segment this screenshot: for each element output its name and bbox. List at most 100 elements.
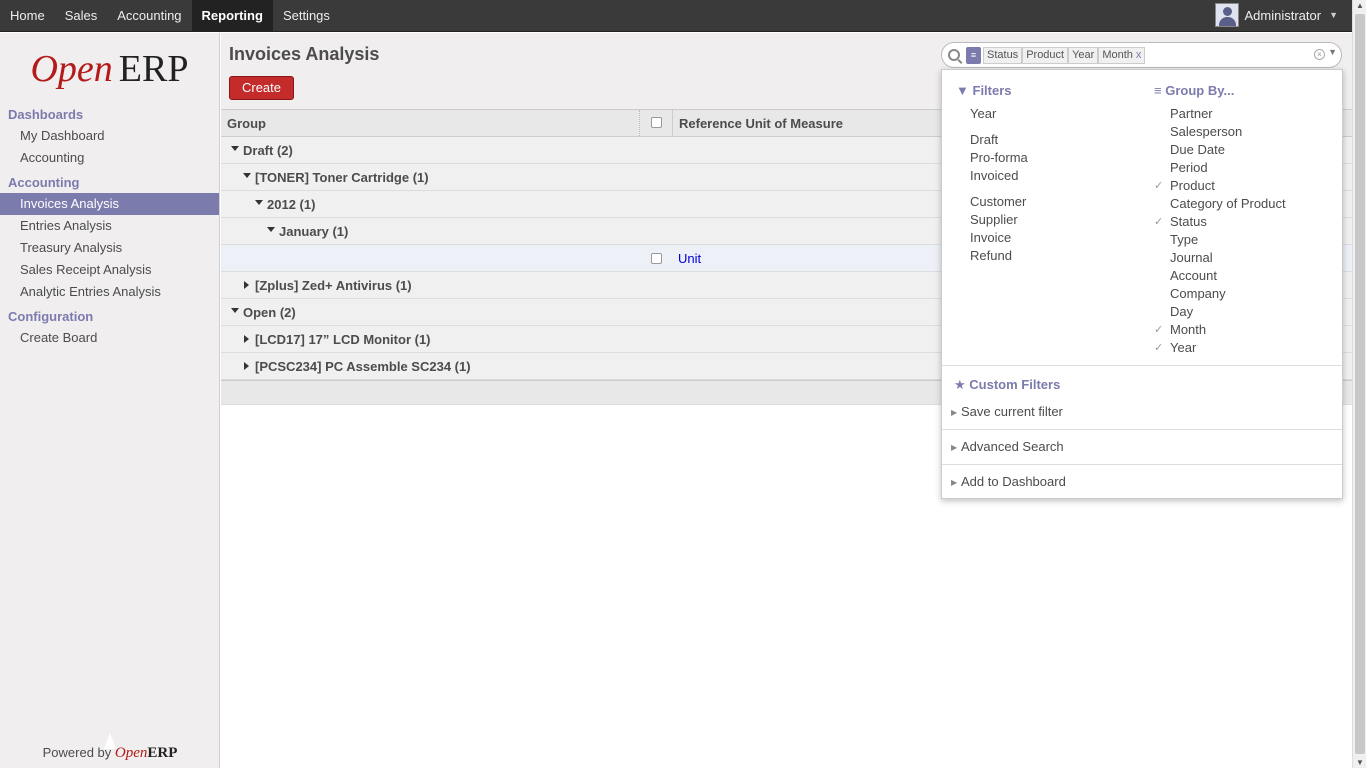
collapse-triangle-icon [231,308,239,313]
sidebar-item-accounting[interactable]: Accounting [0,147,219,169]
group-by-month[interactable]: Month [1170,322,1206,337]
search-bar[interactable]: ≡ Status Product Year Month x × ▼ [941,42,1342,68]
uom-cell: Unit [678,251,702,266]
chevron-down-icon: ▼ [1329,10,1338,20]
facet-label: Status [987,48,1019,61]
checkmark-icon: ✓ [1154,216,1164,228]
filters-heading: ▼ Filters [956,83,1012,98]
sidebar-item-entries-analysis[interactable]: Entries Analysis [0,215,219,237]
scrollbar-thumb[interactable] [1355,14,1365,754]
sidebar-nav: Dashboards My Dashboard Accounting Accounti… [0,104,219,349]
checkmark-icon: ✓ [1154,180,1164,192]
sidebar-item-my-dashboard[interactable]: My Dashboard [0,125,219,147]
group-by-partner[interactable]: Partner [1170,106,1213,121]
column-header-uom[interactable]: Reference Unit of Measure [679,116,843,131]
group-by-day[interactable]: Day [1170,304,1193,319]
filter-draft[interactable]: Draft [970,132,998,147]
group-by-type[interactable]: Type [1170,232,1198,247]
group-by-period[interactable]: Period [1170,160,1208,175]
collapse-triangle-icon [267,227,275,232]
group-by-account[interactable]: Account [1170,268,1217,283]
sidebar-item-sales-receipt-analysis[interactable]: Sales Receipt Analysis [0,259,219,281]
filter-invoice[interactable]: Invoice [970,230,1011,245]
powered-by-label: Powered by [42,745,112,760]
sidebar-section-accounting: Accounting [8,175,80,190]
sidebar-item-treasury-analysis[interactable]: Treasury Analysis [0,237,219,259]
sidebar: Open ERP Dashboards My Dashboard Accounting… [0,33,220,768]
scroll-up-icon[interactable]: ▲ [1356,1,1364,10]
filter-refund[interactable]: Refund [970,248,1012,263]
collapse-triangle-icon [231,146,239,151]
powered-by-logo-erp: ERP [147,745,178,761]
sidebar-item-invoices-analysis[interactable]: Invoices Analysis [0,193,219,215]
scroll-down-icon[interactable]: ▼ [1356,758,1364,767]
top-menu-settings[interactable]: Settings [273,0,340,32]
group-row-label: Open (2) [243,305,296,320]
filter-year[interactable]: Year [970,106,996,121]
row-checkbox[interactable] [651,253,662,264]
custom-filters-heading: ★ Custom Filters [954,377,1060,393]
user-menu[interactable]: Administrator ▼ [1214,3,1338,27]
group-row-label: [Zplus] Zed+ Antivirus (1) [255,278,412,293]
collapse-triangle-icon [243,173,251,178]
sidebar-item-create-board[interactable]: Create Board [0,327,219,349]
filter-funnel-icon: ▼ [956,83,969,98]
group-by-salesperson[interactable]: Salesperson [1170,124,1242,139]
filter-customer[interactable]: Customer [970,194,1026,209]
user-name: Administrator [1244,7,1322,23]
advanced-search[interactable]: Advanced Search [961,439,1064,454]
group-row-label: 2012 (1) [267,197,316,212]
filter-pro-forma[interactable]: Pro-forma [970,150,1028,165]
group-by-category-of-product[interactable]: Category of Product [1170,196,1286,211]
page-scrollbar[interactable]: ▲ ▼ [1352,0,1366,768]
search-facets: Status Product Year Month x [983,46,1146,64]
page-title: Invoices Analysis [229,44,380,64]
clear-search-icon[interactable]: × [1314,49,1325,60]
custom-filters-title: Custom Filters [969,377,1061,392]
group-by-company[interactable]: Company [1170,286,1226,301]
sidebar-section-configuration: Configuration [8,309,94,324]
search-facet-product[interactable]: Product [1022,46,1069,64]
facet-label: Year [1072,48,1095,61]
logo[interactable]: Open ERP [0,33,219,101]
group-by-status[interactable]: Status [1170,214,1207,229]
search-icon [948,49,960,61]
group-row-label: [TONER] Toner Cartridge (1) [255,170,429,185]
create-button[interactable]: Create [229,76,294,100]
top-menu-accounting[interactable]: Accounting [107,0,191,32]
add-to-dashboard[interactable]: Add to Dashboard [961,474,1066,489]
group-by-due-date[interactable]: Due Date [1170,142,1225,157]
remove-facet-icon[interactable]: x [1136,49,1142,61]
search-facet-status[interactable]: Status [983,46,1023,64]
expand-triangle-icon: ▶ [951,443,958,452]
group-by-stack-icon: ≡ [1154,83,1162,98]
group-by-product[interactable]: Product [1170,178,1215,193]
divider [942,429,1342,430]
filter-supplier[interactable]: Supplier [970,212,1018,227]
search-facet-year[interactable]: Year [1068,46,1099,64]
expand-triangle-icon [244,335,249,343]
group-by-title: Group By... [1165,83,1235,98]
expand-triangle-icon [244,281,249,289]
mouse-cursor [104,733,116,749]
avatar [1214,3,1239,27]
filter-invoiced[interactable]: Invoiced [970,168,1018,183]
search-facet-month[interactable]: Month x [1098,46,1146,64]
top-menu-home[interactable]: Home [0,0,55,32]
expand-triangle-icon [244,362,249,370]
group-by-year[interactable]: Year [1170,340,1196,355]
group-by-journal[interactable]: Journal [1170,250,1213,265]
search-options-dropdown: ▼ Filters ≡ Group By... Year Draft Pro-for… [941,69,1343,499]
top-menu-sales[interactable]: Sales [55,0,108,32]
group-by-heading: ≡ Group By... [1154,83,1234,98]
sidebar-item-analytic-entries-analysis[interactable]: Analytic Entries Analysis [0,281,219,303]
logo-open: Open [30,48,113,90]
divider [942,365,1342,366]
column-header-group[interactable]: Group [227,116,266,131]
search-dropdown-toggle-icon[interactable]: ▼ [1328,47,1337,57]
top-menu-reporting[interactable]: Reporting [191,0,273,32]
group-row-label: [LCD17] 17” LCD Monitor (1) [255,332,431,347]
select-all-checkbox[interactable] [651,117,662,128]
save-current-filter[interactable]: Save current filter [961,404,1063,419]
group-row-label: [PCSC234] PC Assemble SC234 (1) [255,359,471,374]
